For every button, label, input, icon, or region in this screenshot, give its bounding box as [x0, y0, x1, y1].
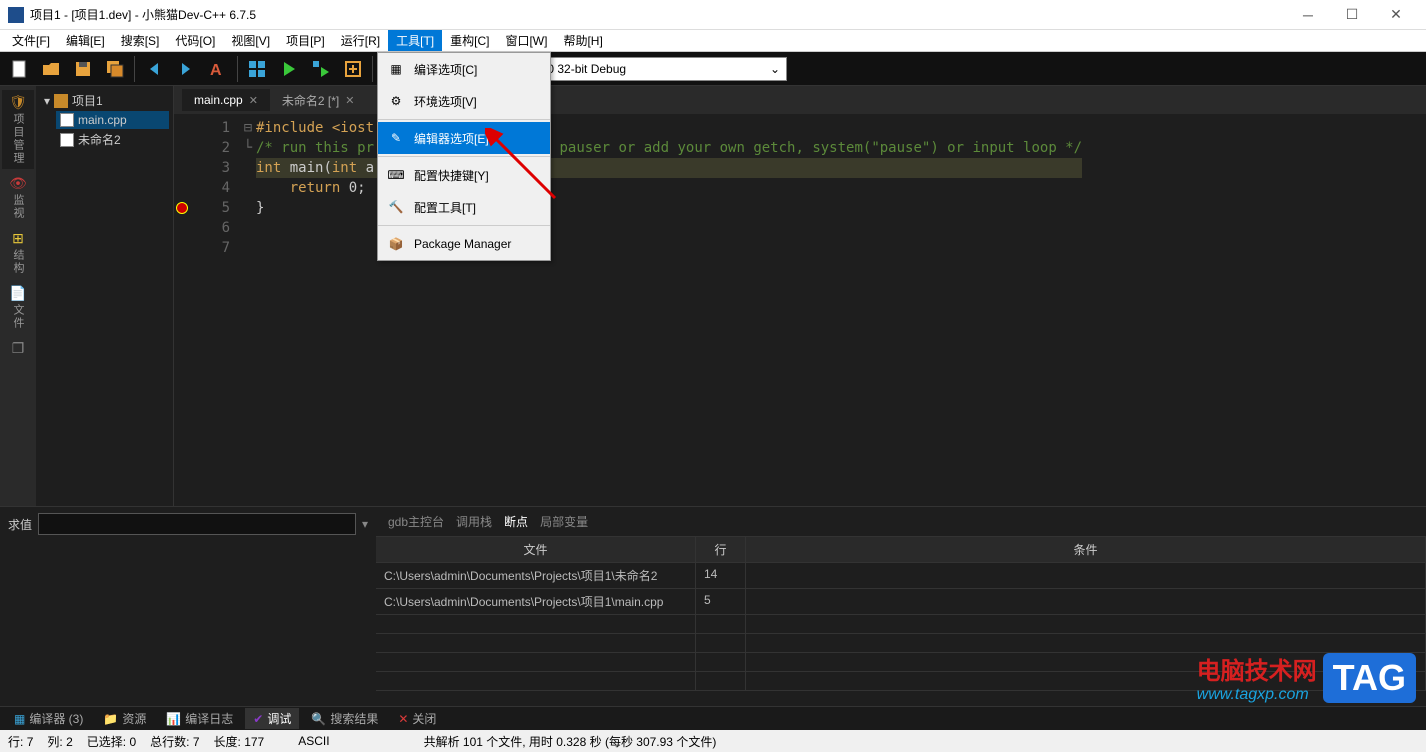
menu-item-Package Manager[interactable]: 📦Package Manager: [378, 228, 550, 260]
compile-button[interactable]: [242, 54, 272, 84]
rail-监视[interactable]: 👁监视: [2, 171, 34, 224]
run-button[interactable]: [274, 54, 304, 84]
project-name: 项目1: [72, 92, 103, 109]
btab-编译器 (3)[interactable]: ▦编译器 (3): [6, 708, 91, 729]
dtab-调用栈[interactable]: 调用栈: [456, 513, 492, 530]
hammer-icon: 🔨: [386, 197, 406, 217]
close-icon[interactable]: ✕: [249, 94, 258, 107]
bottom-tabs: ▦编译器 (3)📁资源📊编译日志✔调试🔍搜索结果✕关闭: [0, 706, 1426, 730]
breakpoint-icon[interactable]: [176, 202, 188, 214]
res-icon: 📁: [103, 712, 118, 726]
tiles-icon: ▦: [14, 712, 25, 726]
dtab-断点[interactable]: 断点: [504, 513, 528, 530]
gears-icon: ⚙: [386, 91, 406, 111]
project-root[interactable]: ▾ 项目1: [40, 90, 169, 111]
compile-run-button[interactable]: [306, 54, 336, 84]
close-icon: ✕: [398, 712, 408, 726]
close-button[interactable]: ✕: [1374, 1, 1418, 29]
btab-搜索结果[interactable]: 🔍搜索结果: [303, 708, 386, 729]
watermark: 电脑技术网 www.tagxp.com TAG: [1197, 651, 1416, 704]
btab-编译日志[interactable]: 📊编译日志: [158, 708, 241, 729]
search-input[interactable]: [38, 513, 356, 535]
menu-item-配置工具[T][interactable]: 🔨配置工具[T]: [378, 191, 550, 223]
maximize-button[interactable]: ☐: [1330, 1, 1374, 29]
tools-dropdown: ▦编译选项[C]⚙环境选项[V] ✎编辑器选项[E] ⌨配置快捷键[Y]🔨配置工具[…: [377, 52, 551, 261]
bp-header-cond[interactable]: 条件: [746, 537, 1426, 562]
menu-4[interactable]: 视图[V]: [223, 30, 278, 51]
pencil-icon: ✎: [386, 128, 406, 148]
menu-3[interactable]: 代码[O]: [167, 30, 223, 51]
dtab-gdb主控台[interactable]: gdb主控台: [388, 513, 444, 530]
dtab-局部变量[interactable]: 局部变量: [540, 513, 588, 530]
menu-item-编辑器选项[E][interactable]: ✎编辑器选项[E]: [378, 122, 550, 154]
menu-9[interactable]: 窗口[W]: [497, 30, 555, 51]
svg-text:A: A: [210, 62, 222, 79]
btab-调试[interactable]: ✔调试: [245, 708, 299, 729]
save-all-button[interactable]: [100, 54, 130, 84]
rebuild-button[interactable]: [338, 54, 368, 84]
search-label: 求值: [8, 516, 32, 533]
file-未命名2[interactable]: 未命名2: [56, 129, 169, 150]
tab-main.cpp[interactable]: main.cpp✕: [182, 89, 270, 111]
grid-icon: ▦: [386, 59, 406, 79]
rail-copy[interactable]: ❐: [2, 336, 34, 361]
bars-icon: 📊: [166, 712, 181, 726]
file-main.cpp[interactable]: main.cpp: [56, 111, 169, 129]
file-icon: [60, 113, 74, 127]
check-icon: ✔: [253, 712, 263, 726]
close-icon[interactable]: ✕: [345, 94, 354, 107]
menu-0[interactable]: 文件[F]: [4, 30, 58, 51]
titlebar: 项目1 - [项目1.dev] - 小熊猫Dev-C++ 6.7.5 ─ ☐ ✕: [0, 0, 1426, 30]
window-title: 项目1 - [项目1.dev] - 小熊猫Dev-C++ 6.7.5: [30, 6, 1286, 23]
menu-5[interactable]: 项目[P]: [278, 30, 333, 51]
chevron-down-icon: ⌄: [770, 62, 780, 76]
minimize-button[interactable]: ─: [1286, 1, 1330, 29]
keys-icon: ⌨: [386, 165, 406, 185]
menu-1[interactable]: 编辑[E]: [58, 30, 113, 51]
rail-文件[interactable]: 📄文件: [2, 281, 34, 334]
search-icon: 🔍: [311, 712, 326, 726]
tab-未命名2 [*][interactable]: 未命名2 [*]✕: [270, 88, 367, 113]
btab-关闭[interactable]: ✕关闭: [390, 708, 444, 729]
menu-item-编译选项[C][interactable]: ▦编译选项[C]: [378, 53, 550, 85]
rail-项目管理[interactable]: 🛡项目管理: [2, 90, 34, 169]
bp-header-file[interactable]: 文件: [376, 537, 696, 562]
project-icon: [54, 94, 68, 108]
statusbar: 行: 7 列: 2 已选择: 0 总行数: 7 长度: 177 ASCII 共解…: [0, 730, 1426, 752]
menu-item-环境选项[V][interactable]: ⚙环境选项[V]: [378, 85, 550, 117]
box-icon: 📦: [386, 234, 406, 254]
table-row[interactable]: C:\Users\admin\Documents\Projects\项目1\ma…: [376, 589, 1426, 615]
back-button[interactable]: [139, 54, 169, 84]
format-button[interactable]: A: [203, 54, 233, 84]
file-icon: [60, 133, 74, 147]
toolbar: A MinGW GCC 9.2.0 32-bit Debug ⌄: [0, 52, 1426, 86]
new-file-button[interactable]: [4, 54, 34, 84]
app-icon: [8, 7, 24, 23]
menu-8[interactable]: 重构[C]: [442, 30, 497, 51]
chevron-down-icon[interactable]: ▾: [362, 517, 368, 531]
menu-2[interactable]: 搜索[S]: [113, 30, 168, 51]
menubar: 文件[F]编辑[E]搜索[S]代码[O]视图[V]项目[P]运行[R]工具[T]…: [0, 30, 1426, 52]
menu-item-配置快捷键[Y][interactable]: ⌨配置快捷键[Y]: [378, 159, 550, 191]
editor-tabs: main.cpp✕未命名2 [*]✕: [174, 86, 1426, 114]
menu-6[interactable]: 运行[R]: [333, 30, 388, 51]
menu-10[interactable]: 帮助[H]: [555, 30, 610, 51]
bp-header-line[interactable]: 行: [696, 537, 746, 562]
table-row[interactable]: C:\Users\admin\Documents\Projects\项目1\未命…: [376, 563, 1426, 589]
rail-结构[interactable]: ⊞结构: [2, 226, 34, 279]
chevron-down-icon: ▾: [44, 94, 50, 108]
forward-button[interactable]: [171, 54, 201, 84]
save-button[interactable]: [68, 54, 98, 84]
menu-7[interactable]: 工具[T]: [388, 30, 442, 51]
open-button[interactable]: [36, 54, 66, 84]
btab-资源[interactable]: 📁资源: [95, 708, 154, 729]
